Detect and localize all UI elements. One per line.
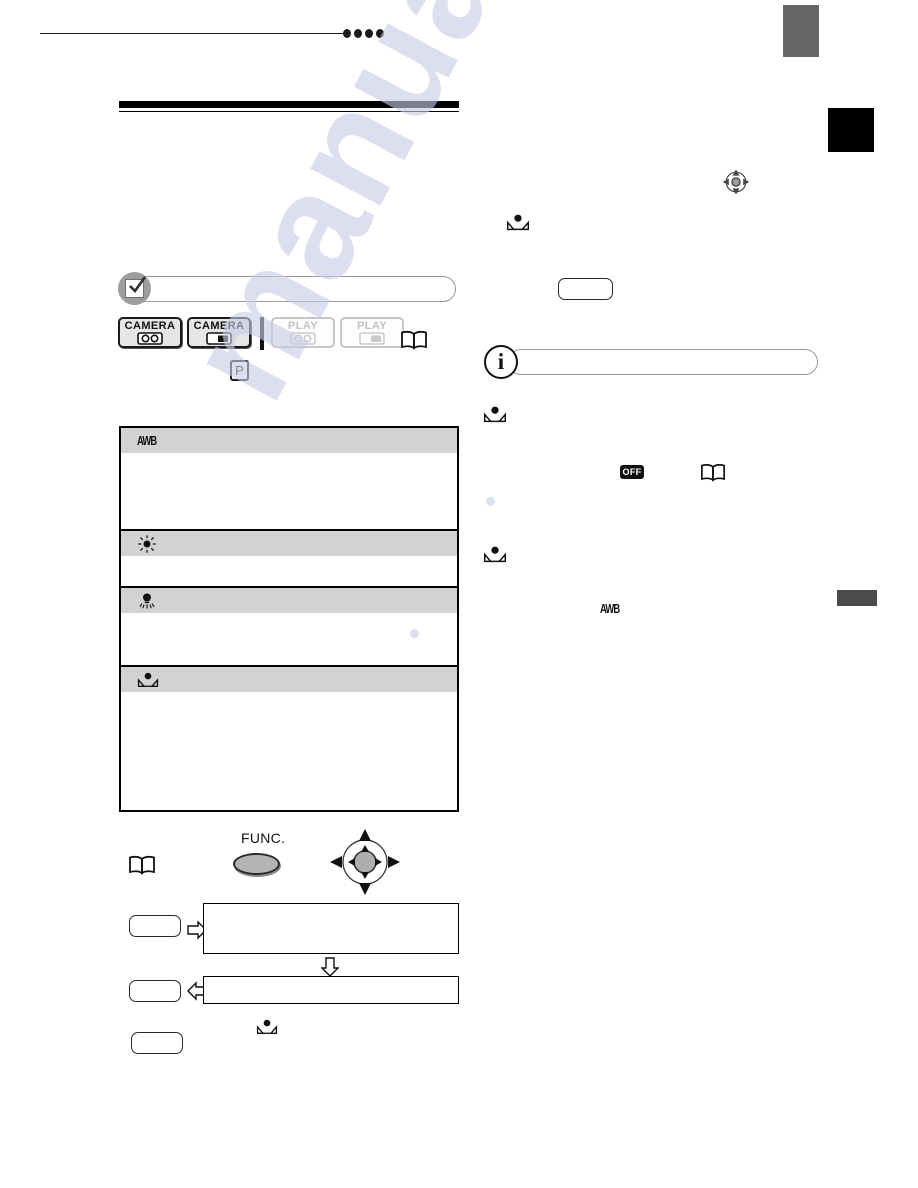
func-button[interactable] <box>233 853 280 875</box>
section-heading-bar <box>119 101 459 108</box>
awb-icon: AWB <box>137 433 157 448</box>
table-row-text <box>121 453 457 461</box>
custom-white-balance-icon <box>506 214 530 231</box>
mode-separator <box>260 317 264 350</box>
camera-card-icon <box>206 332 232 345</box>
section-heading-underline <box>119 111 459 112</box>
mode-badge-camera-card[interactable]: CAMERA <box>187 317 251 348</box>
custom-white-balance-icon <box>483 546 507 563</box>
mode-badge-label: CAMERA <box>193 320 245 332</box>
header-rule <box>40 33 343 34</box>
manual-page: manualslive.com CAMERA <box>0 0 918 1188</box>
camera-tape-icon <box>137 332 163 345</box>
table-row-body <box>121 556 457 586</box>
arrow-down-icon <box>321 957 339 977</box>
info-icon: i <box>484 345 518 379</box>
page-edge-tab-gray-mid <box>837 590 877 606</box>
joystick-icon[interactable] <box>722 168 750 196</box>
right-action-button[interactable] <box>558 278 613 300</box>
table-row-body <box>121 453 457 529</box>
table-row-header: AWB <box>121 428 457 453</box>
flow-box-1 <box>203 903 459 954</box>
play-card-icon <box>359 332 385 345</box>
func-button-label: FUNC. <box>241 830 286 846</box>
joystick-icon[interactable] <box>328 827 402 897</box>
header-dot <box>376 29 384 38</box>
table-row <box>121 531 457 588</box>
checkmark-icon <box>129 276 147 294</box>
mode-badge-label: PLAY <box>357 320 387 332</box>
table-row-header <box>121 667 457 692</box>
mode-badge-play-tape[interactable]: PLAY <box>271 317 335 348</box>
flow-step-button-3[interactable] <box>131 1032 183 1054</box>
table-row <box>121 667 457 810</box>
table-row-text <box>121 556 457 564</box>
table-row: AWB <box>121 428 457 531</box>
mode-badge-camera-tape[interactable]: CAMERA <box>118 317 182 348</box>
custom-white-balance-icon <box>483 406 507 423</box>
flow-box-2 <box>203 976 459 1004</box>
mode-badge-label: PLAY <box>288 320 318 332</box>
play-tape-icon <box>290 332 316 345</box>
program-mode-badge: P <box>230 360 249 381</box>
check-note-pill <box>131 276 456 302</box>
book-icon <box>129 855 155 875</box>
flow-step-button-1[interactable] <box>129 915 181 937</box>
book-icon <box>401 330 427 350</box>
awb-icon: AWB <box>600 601 620 616</box>
white-balance-options-table: AWB <box>119 426 459 812</box>
page-edge-tab-gray <box>783 5 819 57</box>
header-dot <box>354 29 362 38</box>
tungsten-bulb-icon <box>139 593 155 608</box>
table-row-text <box>121 613 457 621</box>
table-row-body <box>121 613 457 665</box>
flow-step-button-2[interactable] <box>129 980 181 1002</box>
custom-white-balance-icon <box>137 672 159 687</box>
custom-white-balance-icon <box>256 1019 278 1034</box>
off-badge: OFF <box>620 465 644 479</box>
operating-modes-bar: CAMERA CAMERA PLAY PLAY <box>118 317 409 350</box>
page-edge-tab-black <box>828 108 874 152</box>
table-row-header <box>121 588 457 613</box>
info-note-pill <box>508 349 818 375</box>
header-dot <box>343 29 351 38</box>
header-dot <box>365 29 373 38</box>
table-row-header <box>121 531 457 556</box>
daylight-sun-icon <box>138 534 156 553</box>
mode-badge-play-card[interactable]: PLAY <box>340 317 404 348</box>
table-row <box>121 588 457 667</box>
table-row-text <box>121 692 457 700</box>
book-icon <box>701 464 725 482</box>
mode-badge-label: CAMERA <box>124 320 176 332</box>
table-row-body <box>121 692 457 810</box>
check-badge-icon <box>118 272 151 305</box>
